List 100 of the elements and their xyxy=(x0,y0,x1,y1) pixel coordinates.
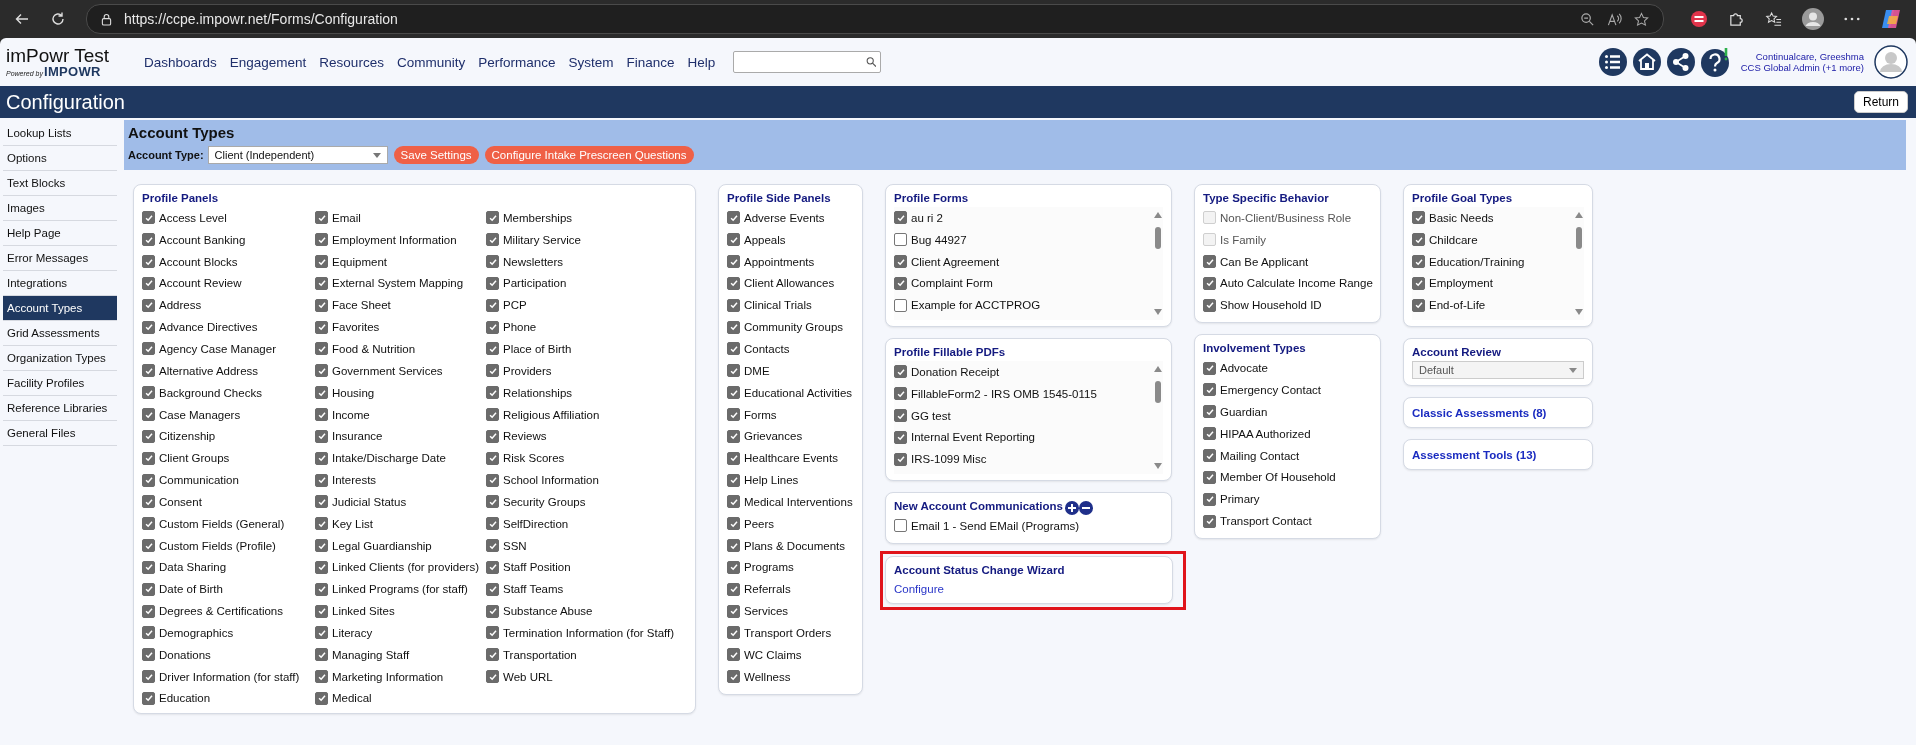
checkbox[interactable] xyxy=(1412,298,1425,312)
checkbox[interactable] xyxy=(142,451,155,465)
sidebar-item[interactable]: Text Blocks xyxy=(3,171,117,196)
checkbox[interactable] xyxy=(142,495,155,509)
checkbox[interactable] xyxy=(315,517,328,531)
card-title-link[interactable]: Assessment Tools (13) xyxy=(1412,449,1584,461)
checkbox[interactable] xyxy=(1412,211,1425,225)
nav-menu-item[interactable]: Community xyxy=(396,54,466,70)
help-icon[interactable] xyxy=(1700,47,1731,77)
checkbox[interactable] xyxy=(142,276,155,290)
sidebar-item[interactable]: Facility Profiles xyxy=(3,371,117,396)
checkbox[interactable] xyxy=(486,364,499,378)
account-review-dropdown[interactable]: Default xyxy=(1412,361,1584,379)
checkbox[interactable] xyxy=(486,320,499,334)
checkbox[interactable] xyxy=(486,233,499,247)
checkbox[interactable] xyxy=(315,233,328,247)
add-icon[interactable] xyxy=(1064,500,1079,515)
checkbox[interactable] xyxy=(1203,470,1216,484)
sidebar-item[interactable]: Help Page xyxy=(3,221,117,246)
checkbox[interactable] xyxy=(727,517,740,531)
home-icon[interactable] xyxy=(1632,48,1661,76)
configure-link[interactable]: Configure xyxy=(894,582,944,595)
sidebar-item[interactable]: Lookup Lists xyxy=(3,121,117,146)
checkbox[interactable] xyxy=(894,211,907,225)
checkbox[interactable] xyxy=(894,430,907,444)
sidebar-item[interactable]: Grid Assessments xyxy=(3,321,117,346)
checkbox[interactable] xyxy=(1203,255,1216,269)
nav-menu-item[interactable]: Performance xyxy=(478,54,556,70)
checkbox[interactable] xyxy=(486,276,499,290)
nav-menu-item[interactable]: Dashboards xyxy=(144,54,217,70)
checkbox[interactable] xyxy=(894,452,907,466)
checkbox[interactable] xyxy=(486,451,499,465)
checkbox[interactable] xyxy=(727,539,740,553)
checkbox[interactable] xyxy=(727,408,740,421)
search-field[interactable] xyxy=(733,51,882,73)
checkbox[interactable] xyxy=(486,648,499,662)
sidebar-item[interactable]: Options xyxy=(3,146,117,171)
checkbox[interactable] xyxy=(315,626,328,640)
checkbox[interactable] xyxy=(727,560,740,574)
checkbox[interactable] xyxy=(315,276,328,290)
checkbox[interactable] xyxy=(315,560,328,574)
refresh-icon[interactable] xyxy=(50,11,66,27)
sidebar-item[interactable]: Error Messages xyxy=(3,246,117,271)
checkbox[interactable] xyxy=(486,255,499,269)
checkbox[interactable] xyxy=(315,539,328,553)
checkbox[interactable] xyxy=(486,539,499,553)
assistant-icon[interactable] xyxy=(1880,8,1902,30)
checkbox[interactable] xyxy=(315,604,328,618)
checkbox[interactable] xyxy=(727,670,740,684)
checkbox[interactable] xyxy=(486,582,499,596)
checkbox[interactable] xyxy=(727,495,740,509)
checkbox[interactable] xyxy=(1412,276,1425,290)
checkbox[interactable] xyxy=(142,298,155,312)
checkbox[interactable] xyxy=(894,276,907,290)
user-avatar-icon[interactable] xyxy=(1874,45,1908,79)
checkbox[interactable] xyxy=(486,342,499,356)
checkbox[interactable] xyxy=(1203,383,1216,397)
extension-icon[interactable] xyxy=(1690,10,1708,28)
checkbox[interactable] xyxy=(142,670,155,684)
zoom-out-icon[interactable] xyxy=(1580,11,1595,27)
nav-menu-item[interactable]: Resources xyxy=(319,54,384,70)
nav-menu-item[interactable]: Finance xyxy=(626,54,675,70)
checkbox[interactable] xyxy=(315,211,328,225)
list-icon[interactable] xyxy=(1598,48,1627,76)
sidebar-item[interactable]: General Files xyxy=(3,421,117,446)
checkbox[interactable] xyxy=(142,539,155,553)
checkbox[interactable] xyxy=(1412,255,1425,269)
checkbox[interactable] xyxy=(1203,427,1216,441)
checkbox[interactable] xyxy=(486,604,499,618)
checkbox[interactable] xyxy=(727,429,740,443)
checkbox[interactable] xyxy=(727,451,740,465)
account-type-dropdown[interactable]: Client (Independent) xyxy=(207,146,388,164)
checkbox[interactable] xyxy=(486,211,499,225)
checkbox[interactable] xyxy=(315,386,328,400)
remove-icon[interactable] xyxy=(1078,500,1093,515)
checkbox[interactable] xyxy=(727,320,740,334)
checkbox[interactable] xyxy=(142,560,155,574)
checkbox[interactable] xyxy=(486,298,499,312)
checkbox[interactable] xyxy=(142,342,155,356)
checkbox[interactable] xyxy=(142,692,155,705)
checkbox[interactable] xyxy=(727,386,740,400)
checkbox[interactable] xyxy=(486,429,499,443)
checkbox[interactable] xyxy=(315,364,328,378)
checkbox[interactable] xyxy=(727,582,740,596)
checkbox[interactable] xyxy=(486,473,499,487)
nav-menu-item[interactable]: Engagement xyxy=(229,54,307,70)
checkbox[interactable] xyxy=(315,495,328,509)
user-name[interactable]: Continualcare, Greeshma xyxy=(1755,50,1864,62)
return-button[interactable]: Return xyxy=(1853,91,1908,113)
checkbox[interactable] xyxy=(142,517,155,531)
sidebar-item[interactable]: Organization Types xyxy=(3,346,117,371)
card-title-link[interactable]: Classic Assessments (8) xyxy=(1412,407,1584,419)
checkbox[interactable] xyxy=(727,648,740,662)
checkbox[interactable] xyxy=(1203,298,1216,312)
checkbox[interactable] xyxy=(315,670,328,684)
checkbox[interactable] xyxy=(727,276,740,290)
checkbox[interactable] xyxy=(727,364,740,378)
nav-menu-item[interactable]: System xyxy=(568,54,614,70)
checkbox[interactable] xyxy=(142,320,155,334)
checkbox[interactable] xyxy=(315,408,328,421)
